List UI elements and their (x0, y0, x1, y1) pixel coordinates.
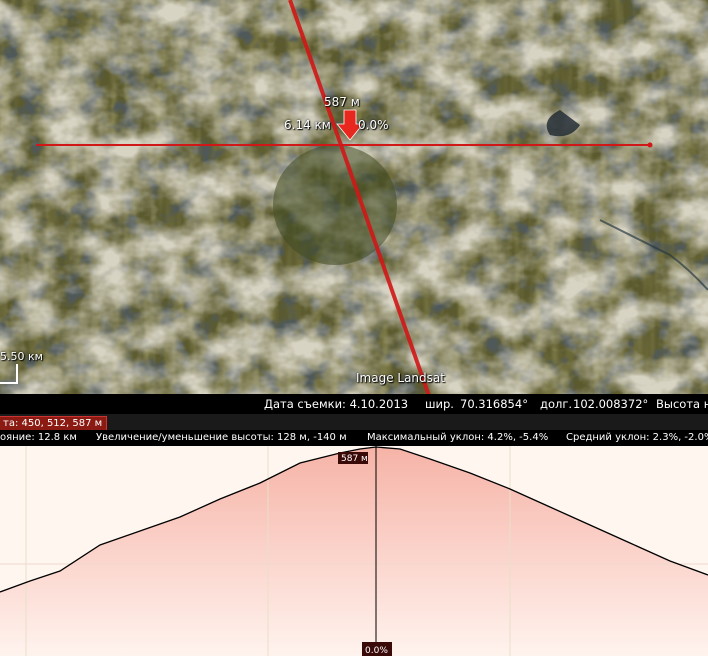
marker-distance: 6.14 км (284, 118, 331, 132)
profile-readout: та: 450, 512, 587 м (0, 416, 108, 431)
profile-max-slope: Максимальный уклон: 4.2%, -5.4% (367, 432, 549, 443)
profile-elevation-change: Увеличение/уменьшение высоты: 128 м, -14… (96, 432, 347, 443)
profile-avg-slope: Средний уклон: 2.3%, -2.0% (566, 432, 708, 443)
cursor-slope: 0.0% (365, 646, 388, 656)
marker-elevation: 587 м (324, 95, 360, 109)
scale-bar (0, 364, 18, 384)
status-bar: Дата съемки: 4.10.2013 шир. 70.316854° д… (0, 394, 708, 414)
cursor-elevation: 587 м (341, 454, 368, 464)
profile-distance: ояние: 12.8 км (0, 432, 77, 443)
scale-label: 5.50 км (0, 350, 43, 363)
marker-slope: 0.0% (358, 118, 389, 132)
longitude-value: 102.008372° (573, 397, 649, 411)
capture-date: Дата съемки: 4.10.2013 (264, 397, 409, 411)
longitude-label: долг. (540, 397, 573, 411)
altitude-label: Высота н (656, 397, 708, 411)
latitude-label: шир. (425, 397, 454, 411)
latitude-value: 70.316854° (460, 397, 528, 411)
map-imagery (0, 0, 708, 414)
profile-stats: ояние: 12.8 км Увеличение/уменьшение выс… (0, 430, 708, 446)
imagery-credit: Image Landsat (356, 371, 445, 385)
elevation-profile[interactable]: та: 450, 512, 587 м ояние: 12.8 км Увели… (0, 414, 708, 656)
profile-chart[interactable]: 587 м 0.0% (0, 446, 708, 656)
satellite-map[interactable]: 587 м 6.14 км 0.0% Image Landsat 5.50 км… (0, 0, 708, 414)
